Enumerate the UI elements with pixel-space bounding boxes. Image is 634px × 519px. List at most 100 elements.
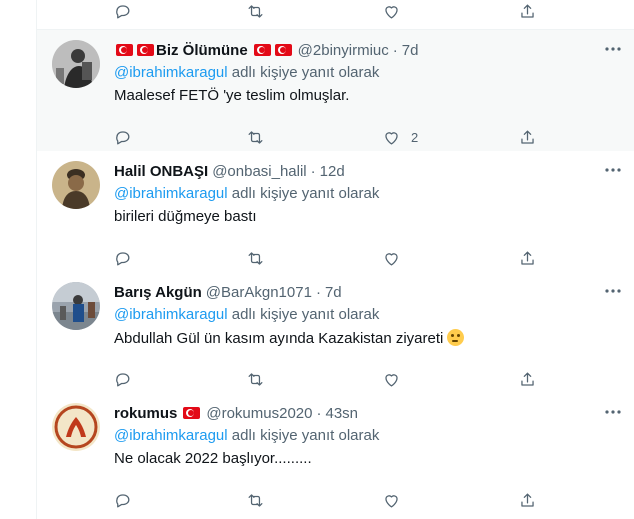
display-name[interactable]: rokumus	[114, 405, 177, 422]
share-icon	[521, 4, 534, 18]
separator-dot: ·	[316, 404, 322, 422]
replying-label: adlı kişiye yanıt olarak	[231, 64, 380, 81]
mention-link[interactable]: @ibrahimkaragul	[114, 306, 228, 323]
timestamp[interactable]: 43sn	[325, 405, 358, 422]
tweet-text-container: Abdullah Gül ün kasım ayında Kazakistan …	[114, 329, 465, 347]
turkish-flag-icon	[183, 407, 201, 419]
turkish-flag-icon	[116, 44, 133, 56]
like-icon	[385, 494, 398, 507]
tweet-text: birileri düğmeye bastı	[114, 208, 257, 225]
like-icon	[385, 5, 398, 18]
retweet-button[interactable]	[246, 0, 265, 26]
reply-button[interactable]	[113, 485, 132, 515]
avatar[interactable]	[52, 403, 100, 451]
timestamp[interactable]: 12d	[320, 163, 345, 180]
reply-button[interactable]	[113, 243, 132, 273]
more-icon[interactable]	[603, 405, 623, 419]
like-icon	[385, 131, 398, 144]
user-handle[interactable]: @rokumus2020	[206, 405, 312, 422]
tweet[interactable]: Barış Akgün @BarAkgn1071 · 7d @ibrahimka…	[37, 272, 634, 394]
display-name[interactable]: Biz Ölümüne	[156, 42, 248, 59]
thinking-emoji-icon	[447, 329, 465, 346]
retweet-icon	[248, 372, 263, 386]
retweet-icon	[248, 130, 263, 144]
like-button[interactable]	[382, 485, 401, 515]
turkish-flag-icon	[253, 44, 271, 56]
separator-dot: ·	[392, 41, 398, 59]
retweet-button[interactable]	[246, 485, 265, 515]
tweet-header: Biz Ölümüne @2binyirmiuc · 7d	[114, 40, 418, 60]
user-handle[interactable]: @onbasi_halil	[212, 163, 306, 180]
tweet-header: rokumus @rokumus2020 · 43sn	[114, 403, 358, 423]
share-button[interactable]	[518, 0, 537, 26]
tweet[interactable]: rokumus @rokumus2020 · 43sn @ibrahimkara…	[37, 393, 634, 519]
share-button[interactable]	[518, 485, 537, 515]
tweet-text: Abdullah Gül ün kasım ayında Kazakistan …	[114, 330, 444, 347]
mention-link[interactable]: @ibrahimkaragul	[114, 64, 228, 81]
tweet-actions	[37, 485, 634, 515]
replying-to: @ibrahimkaragul adlı kişiye yanıt olarak	[114, 64, 379, 81]
reply-feed: Biz Ölümüne @2binyirmiuc · 7d @ibrahimka…	[36, 0, 634, 519]
like-button[interactable]	[382, 364, 401, 394]
share-button[interactable]	[518, 243, 537, 273]
retweet-icon	[248, 4, 263, 18]
person-photo-icon	[52, 40, 100, 88]
retweet-button[interactable]	[246, 122, 265, 152]
portrait-icon	[52, 161, 100, 209]
share-icon	[521, 130, 534, 144]
share-icon	[521, 372, 534, 386]
like-count: 2	[411, 129, 419, 145]
separator-dot: ·	[310, 162, 316, 180]
share-icon	[521, 251, 534, 265]
replying-to: @ibrahimkaragul adlı kişiye yanıt olarak	[114, 427, 379, 444]
turkish-flag-icon	[274, 44, 292, 56]
reply-icon	[116, 251, 130, 265]
retweet-icon	[248, 493, 263, 507]
like-icon	[385, 252, 398, 265]
share-button[interactable]	[518, 122, 537, 152]
previous-tweet-actions	[37, 0, 634, 26]
tweet-text: Maalesef FETÖ 'ye teslim olmuşlar.	[114, 87, 350, 104]
reply-icon	[116, 493, 130, 507]
more-icon[interactable]	[603, 42, 623, 56]
replying-label: adlı kişiye yanıt olarak	[231, 185, 380, 202]
display-name[interactable]: Barış Akgün	[114, 284, 202, 301]
reply-icon	[116, 372, 130, 386]
more-icon[interactable]	[603, 284, 623, 298]
emblem-icon	[52, 403, 100, 451]
tweet[interactable]: Halil ONBAŞI @onbasi_halil · 12d @ibrahi…	[37, 151, 634, 273]
turkish-flag-icon	[137, 44, 154, 56]
mention-link[interactable]: @ibrahimkaragul	[114, 185, 228, 202]
mention-link[interactable]: @ibrahimkaragul	[114, 427, 228, 444]
user-handle[interactable]: @2binyirmiuc	[298, 42, 389, 59]
timestamp[interactable]: 7d	[402, 42, 419, 59]
more-icon[interactable]	[603, 163, 623, 177]
reply-button[interactable]	[113, 0, 132, 26]
avatar[interactable]	[52, 282, 100, 330]
reply-icon	[116, 130, 130, 144]
retweet-button[interactable]	[246, 243, 265, 273]
like-button[interactable]	[382, 243, 401, 273]
retweet-button[interactable]	[246, 364, 265, 394]
separator-dot: ·	[315, 283, 321, 301]
replying-to: @ibrahimkaragul adlı kişiye yanıt olarak	[114, 185, 379, 202]
replying-to: @ibrahimkaragul adlı kişiye yanıt olarak	[114, 306, 379, 323]
like-icon	[385, 373, 398, 386]
street-photo-icon	[52, 282, 100, 330]
replying-label: adlı kişiye yanıt olarak	[231, 306, 380, 323]
tweet-actions	[37, 243, 634, 273]
reply-button[interactable]	[113, 364, 132, 394]
avatar[interactable]	[52, 40, 100, 88]
tweet[interactable]: Biz Ölümüne @2binyirmiuc · 7d @ibrahimka…	[37, 30, 634, 152]
like-button[interactable]: 2	[382, 122, 418, 152]
reply-button[interactable]	[113, 122, 132, 152]
display-name[interactable]: Halil ONBAŞI	[114, 163, 208, 180]
share-button[interactable]	[518, 364, 537, 394]
replying-label: adlı kişiye yanıt olarak	[231, 427, 380, 444]
timestamp[interactable]: 7d	[325, 284, 342, 301]
tweet-header: Halil ONBAŞI @onbasi_halil · 12d	[114, 161, 345, 181]
avatar[interactable]	[52, 161, 100, 209]
user-handle[interactable]: @BarAkgn1071	[206, 284, 312, 301]
like-button[interactable]	[382, 0, 401, 26]
tweet-actions	[37, 364, 634, 394]
